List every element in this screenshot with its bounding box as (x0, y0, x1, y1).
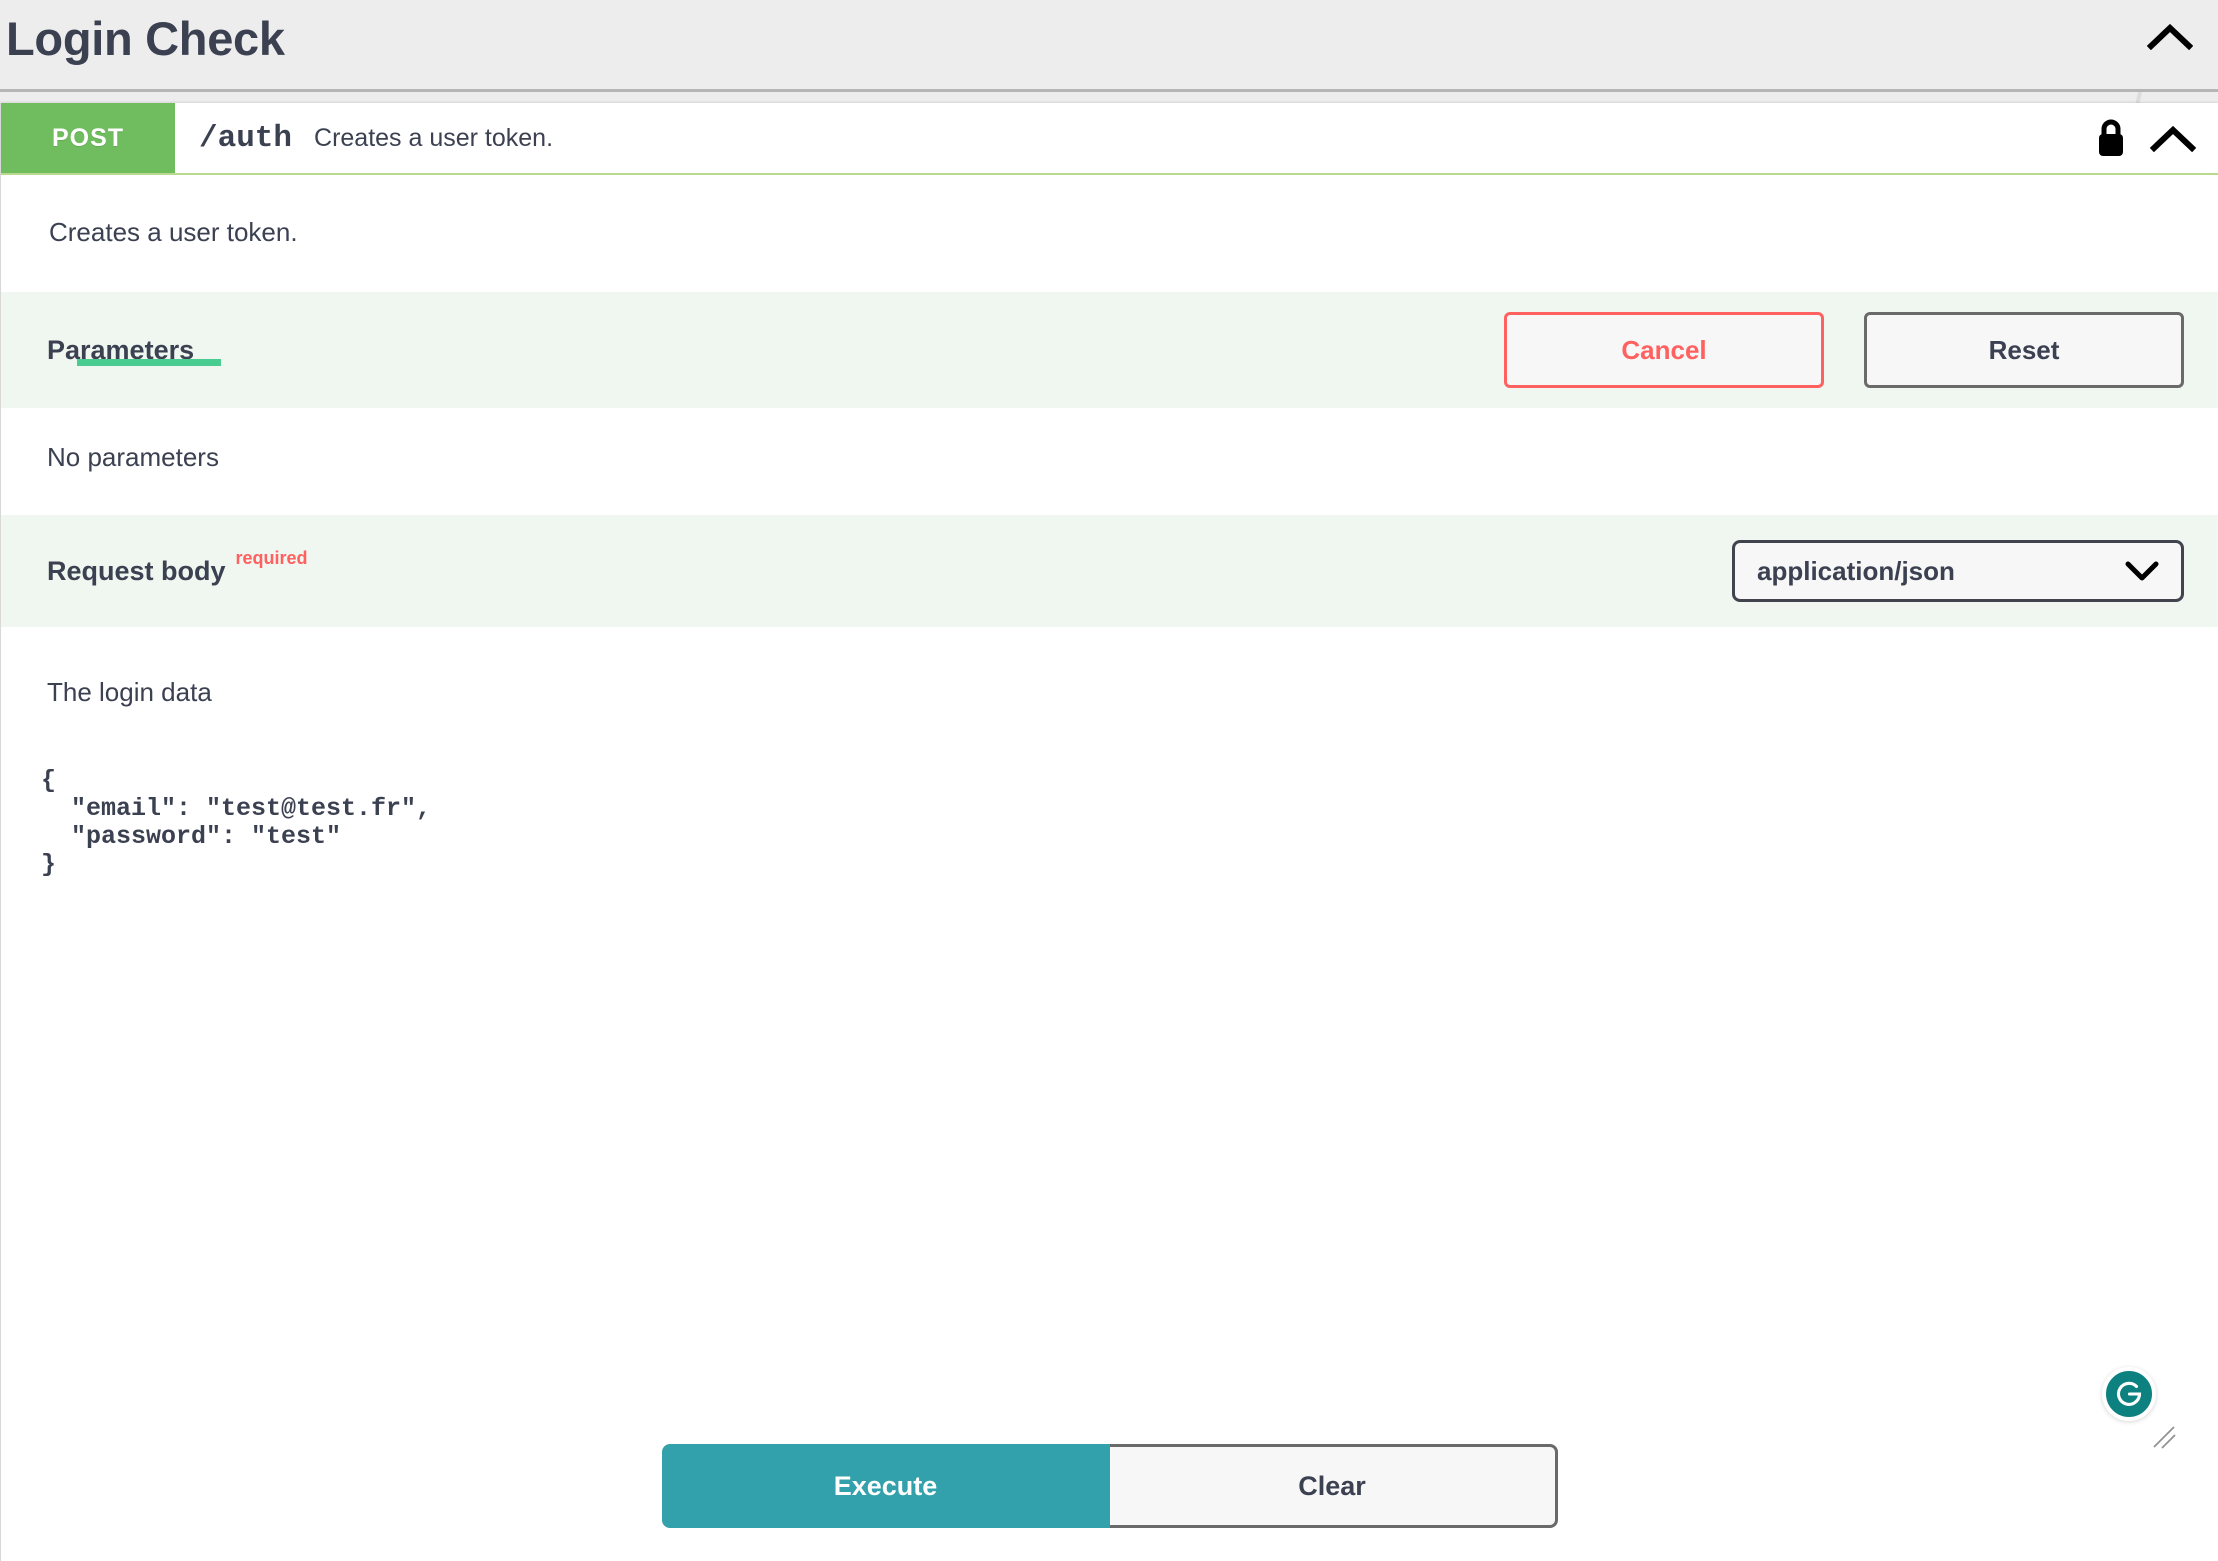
lock-icon (2099, 119, 2123, 156)
tag-header[interactable]: Login Check (0, 0, 2218, 92)
swagger-operation-page: Login Check POST /auth Creates a user to… (0, 0, 2218, 1561)
no-parameters-text: No parameters (47, 442, 219, 473)
operation-collapse-button[interactable] (2150, 124, 2196, 152)
execute-button[interactable]: Execute (661, 1444, 1110, 1528)
operation-summary-row[interactable]: POST /auth Creates a user token. (1, 103, 2218, 175)
resize-handle-icon[interactable] (2150, 1423, 2178, 1451)
required-badge: required (235, 547, 308, 568)
cancel-button[interactable]: Cancel (1504, 312, 1824, 389)
chevron-up-icon (2150, 125, 2196, 152)
reset-button[interactable]: Reset (1864, 312, 2184, 389)
chevron-down-icon (2125, 560, 2159, 582)
parameters-header: Parameters Cancel Reset (1, 292, 2218, 409)
page-title: Login Check (6, 12, 285, 65)
clear-button[interactable]: Clear (1109, 1444, 1558, 1528)
authorize-lock-button[interactable] (2094, 117, 2128, 159)
operation-summary-controls (2094, 103, 2218, 173)
grammarly-icon (2117, 1381, 2142, 1406)
operation-block: POST /auth Creates a user token. Creates… (0, 103, 2218, 1561)
chevron-up-icon (2147, 23, 2193, 50)
tag-collapse-button[interactable] (2140, 6, 2200, 66)
operation-description-text: Creates a user token. (49, 217, 298, 247)
parameters-empty-row: No parameters (1, 408, 2218, 516)
parameters-active-underline (77, 358, 221, 366)
request-body-description: The login data (47, 677, 212, 708)
operation-path: /auth (199, 120, 293, 156)
parameters-actions: Cancel Reset (1504, 312, 2218, 389)
request-body-textarea[interactable] (41, 767, 2218, 1561)
request-body-header: Request body required application/json (1, 515, 2218, 628)
request-body-title-label: Request body (47, 555, 226, 586)
http-method-badge: POST (1, 103, 175, 173)
operation-description-section: Creates a user token. (1, 175, 2218, 293)
request-body-title: Request body required (47, 548, 308, 587)
content-type-wrapper: application/json (1732, 540, 2218, 603)
content-type-select[interactable]: application/json (1732, 540, 2184, 603)
parameters-title: Parameters (47, 335, 221, 366)
request-body-area: The login data (1, 627, 2218, 1561)
execute-actions: Execute Clear (1, 1444, 2218, 1528)
content-type-value: application/json (1757, 555, 1955, 586)
grammarly-button[interactable] (2102, 1367, 2156, 1421)
operation-summary-text: Creates a user token. (314, 123, 554, 152)
